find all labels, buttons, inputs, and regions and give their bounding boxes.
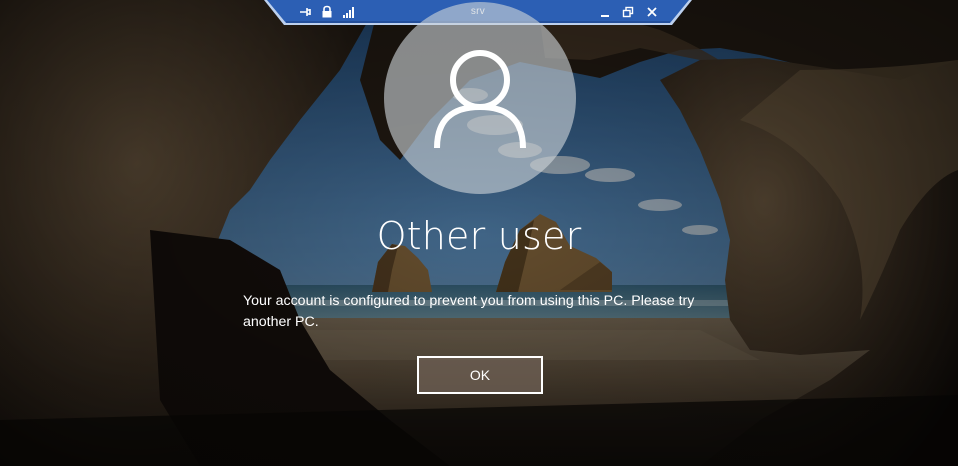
error-message: Your account is configured to prevent yo…: [243, 293, 695, 330]
lock-icon[interactable]: [320, 5, 334, 19]
user-icon: [434, 50, 526, 149]
username-label: Other user: [376, 214, 582, 258]
connection-signal-icon[interactable]: [342, 5, 356, 19]
restore-icon[interactable]: [621, 5, 635, 19]
remote-desktop-screen: srv Other user Your account is configure…: [0, 0, 958, 466]
ok-button[interactable]: OK: [417, 356, 543, 394]
minimize-icon[interactable]: [598, 5, 612, 19]
pin-icon[interactable]: [298, 5, 312, 19]
user-avatar: [384, 2, 576, 194]
close-icon[interactable]: [645, 5, 659, 19]
